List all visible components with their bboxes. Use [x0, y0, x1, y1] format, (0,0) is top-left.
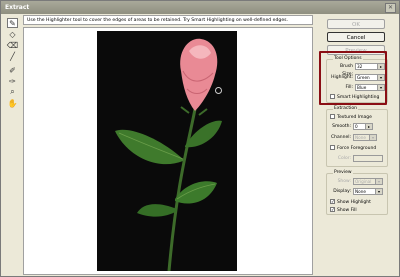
- chevron-down-icon[interactable]: ▾: [369, 135, 376, 140]
- eraser-icon[interactable]: ⌫: [7, 40, 18, 50]
- checkmark-icon[interactable]: ✓: [330, 199, 335, 205]
- checkmark-icon[interactable]: ✓: [330, 207, 335, 213]
- display-select[interactable]: None ▾: [353, 188, 383, 195]
- extraction-group: Extraction Textured Image Smooth: 0 ▸ Ch…: [326, 106, 388, 167]
- title-bar: Extract ✕: [1, 1, 399, 14]
- checkbox-box[interactable]: [330, 145, 335, 150]
- highlighter-icon[interactable]: ✎: [7, 18, 18, 28]
- channel-select[interactable]: None ▾: [353, 134, 377, 141]
- show-fill-checkbox[interactable]: ✓ Show Fill: [330, 207, 357, 214]
- channel-value: None: [355, 135, 366, 140]
- eyedropper-icon[interactable]: ╱: [7, 51, 18, 61]
- textured-image-checkbox[interactable]: Textured Image: [330, 114, 372, 121]
- smooth-value: 0: [355, 124, 358, 129]
- cancel-button[interactable]: Cancel: [327, 32, 385, 42]
- show-fill-label: Show Fill: [337, 208, 357, 213]
- instruction-text: Use the Highlighter tool to cover the ed…: [23, 15, 313, 25]
- close-icon[interactable]: ✕: [385, 3, 396, 13]
- smooth-input[interactable]: 0 ▸: [353, 123, 373, 130]
- toolbox: ✎ ◇ ⌫ ╱ ✐ ✑ ⌕ ✋: [7, 18, 19, 109]
- textured-image-label: Textured Image: [337, 115, 372, 120]
- ok-button[interactable]: OK: [327, 19, 385, 29]
- show-highlight-checkbox[interactable]: ✓ Show Highlight: [330, 199, 371, 206]
- display-value: None: [355, 189, 366, 194]
- display-label: Display:: [333, 189, 351, 194]
- window-title: Extract: [5, 4, 30, 11]
- color-swatch[interactable]: [353, 155, 383, 162]
- extract-dialog: Extract ✕ ✎ ◇ ⌫ ╱ ✐ ✑ ⌕ ✋ Use the Highli…: [0, 0, 400, 277]
- cleanup-icon[interactable]: ✐: [7, 65, 18, 75]
- hand-icon[interactable]: ✋: [7, 98, 18, 108]
- zoom-icon[interactable]: ⌕: [7, 87, 18, 97]
- fill-icon[interactable]: ◇: [7, 29, 18, 39]
- preview-canvas[interactable]: [23, 27, 313, 275]
- show-select[interactable]: Original ▾: [353, 178, 383, 185]
- color-label: Color:: [337, 156, 351, 161]
- force-foreground-checkbox[interactable]: Force Foreground: [330, 145, 376, 152]
- brush-cursor: [215, 87, 222, 94]
- chevron-down-icon[interactable]: ▾: [375, 179, 382, 184]
- checkbox-box[interactable]: [330, 114, 335, 119]
- force-foreground-label: Force Foreground: [337, 146, 377, 151]
- rose-photo: [97, 31, 237, 272]
- chevron-down-icon[interactable]: ▾: [375, 189, 382, 194]
- rose-image: [97, 31, 237, 272]
- smooth-label: Smooth:: [332, 124, 351, 129]
- preview-title: Preview: [333, 170, 353, 175]
- channel-label: Channel:: [331, 135, 351, 140]
- preview-group: Preview Show: Original ▾ Display: None ▾…: [326, 170, 388, 215]
- show-highlight-label: Show Highlight: [337, 200, 371, 205]
- edge-touchup-icon[interactable]: ✑: [7, 76, 18, 86]
- show-value: Original: [355, 179, 372, 184]
- highlight-annotation-box: [319, 51, 387, 105]
- show-label: Show:: [337, 179, 351, 184]
- extraction-title: Extraction: [333, 106, 358, 111]
- smooth-arrow-icon[interactable]: ▸: [365, 124, 372, 129]
